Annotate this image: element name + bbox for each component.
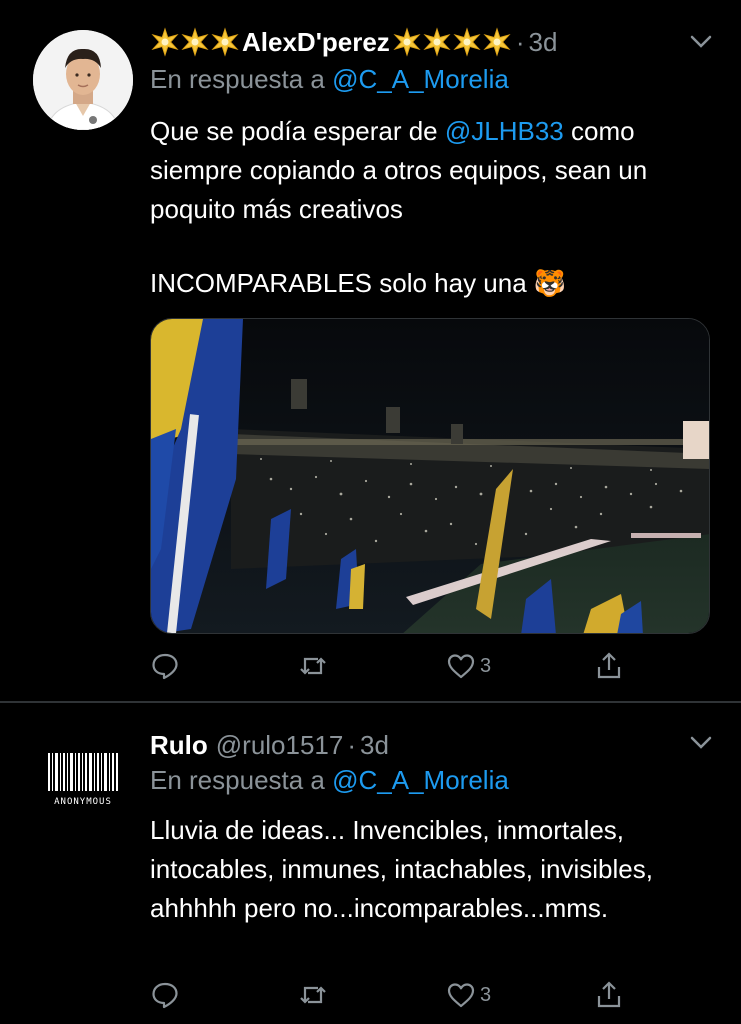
tweet-text: Que se podía esperar de @JLHB33 como sie… bbox=[150, 112, 720, 229]
tweet-header: AlexD'perez · 3d bbox=[150, 22, 710, 62]
star-icon bbox=[483, 27, 511, 57]
user-avatar[interactable] bbox=[33, 30, 133, 130]
tweet-header: Rulo @rulo1517 · 3d bbox=[150, 725, 710, 765]
timestamp[interactable]: 3d bbox=[528, 27, 557, 58]
star-icon bbox=[181, 27, 209, 57]
like-icon bbox=[447, 983, 475, 1008]
reply-icon bbox=[152, 982, 178, 1009]
timestamp[interactable]: 3d bbox=[360, 730, 389, 761]
star-decoration-right bbox=[392, 27, 512, 57]
user-handle[interactable]: @rulo1517 bbox=[216, 730, 344, 761]
tweet[interactable]: ANONYMOUS Rulo @rulo1517 · 3d En respues… bbox=[0, 703, 741, 1024]
tweet-media-photo[interactable] bbox=[150, 318, 710, 634]
retweet-icon bbox=[300, 657, 326, 675]
reply-context: En respuesta a @C_A_Morelia bbox=[150, 64, 509, 95]
tweet-text-part: Que se podía esperar de bbox=[150, 116, 445, 146]
reply-prefix: En respuesta a bbox=[150, 765, 325, 795]
reply-to-mention[interactable]: @C_A_Morelia bbox=[332, 765, 509, 795]
reply-button[interactable] bbox=[150, 646, 180, 686]
retweet-button[interactable] bbox=[298, 646, 328, 686]
tweet[interactable]: AlexD'perez · 3d En respuesta a @C_A_Mor… bbox=[0, 0, 741, 702]
separator-dot: · bbox=[347, 729, 357, 760]
tweet-actions: 3 bbox=[150, 646, 650, 686]
star-icon bbox=[211, 27, 239, 57]
display-name[interactable]: Rulo bbox=[150, 730, 208, 761]
share-button[interactable] bbox=[594, 646, 624, 686]
reply-to-mention[interactable]: @C_A_Morelia bbox=[332, 64, 509, 94]
star-icon bbox=[453, 27, 481, 57]
star-decoration-left bbox=[150, 27, 240, 57]
reply-button[interactable] bbox=[150, 975, 180, 1015]
like-icon bbox=[447, 654, 475, 679]
share-icon bbox=[597, 981, 621, 1008]
retweet-button[interactable] bbox=[298, 975, 328, 1015]
like-button[interactable]: 3 bbox=[446, 646, 491, 686]
barcode-avatar-image: ANONYMOUS bbox=[48, 753, 118, 807]
reply-prefix: En respuesta a bbox=[150, 64, 325, 94]
display-name[interactable]: AlexD'perez bbox=[242, 27, 390, 58]
tweet-actions: 3 bbox=[150, 975, 650, 1015]
avatar-label: ANONYMOUS bbox=[54, 797, 112, 807]
tweet-text-line: INCOMPARABLES solo hay una 🐯 bbox=[150, 268, 567, 298]
stadium-night-photo bbox=[151, 319, 709, 633]
chevron-down-icon[interactable] bbox=[689, 735, 713, 751]
like-count: 3 bbox=[480, 983, 492, 1006]
tweet-text: Lluvia de ideas... Invencibles, inmortal… bbox=[150, 815, 653, 923]
like-button[interactable]: 3 bbox=[446, 975, 491, 1015]
star-icon bbox=[423, 27, 451, 57]
text-mention[interactable]: @JLHB33 bbox=[445, 116, 564, 146]
chevron-down-icon[interactable] bbox=[689, 34, 713, 50]
share-button[interactable] bbox=[594, 975, 624, 1015]
star-icon bbox=[151, 27, 179, 57]
like-count: 3 bbox=[480, 654, 492, 677]
retweet-icon bbox=[300, 986, 326, 1004]
reply-icon bbox=[152, 653, 178, 680]
user-avatar[interactable]: ANONYMOUS bbox=[46, 751, 120, 809]
separator-dot: · bbox=[515, 26, 525, 57]
share-icon bbox=[597, 652, 621, 679]
star-icon bbox=[393, 27, 421, 57]
reply-context: En respuesta a @C_A_Morelia bbox=[150, 765, 509, 796]
